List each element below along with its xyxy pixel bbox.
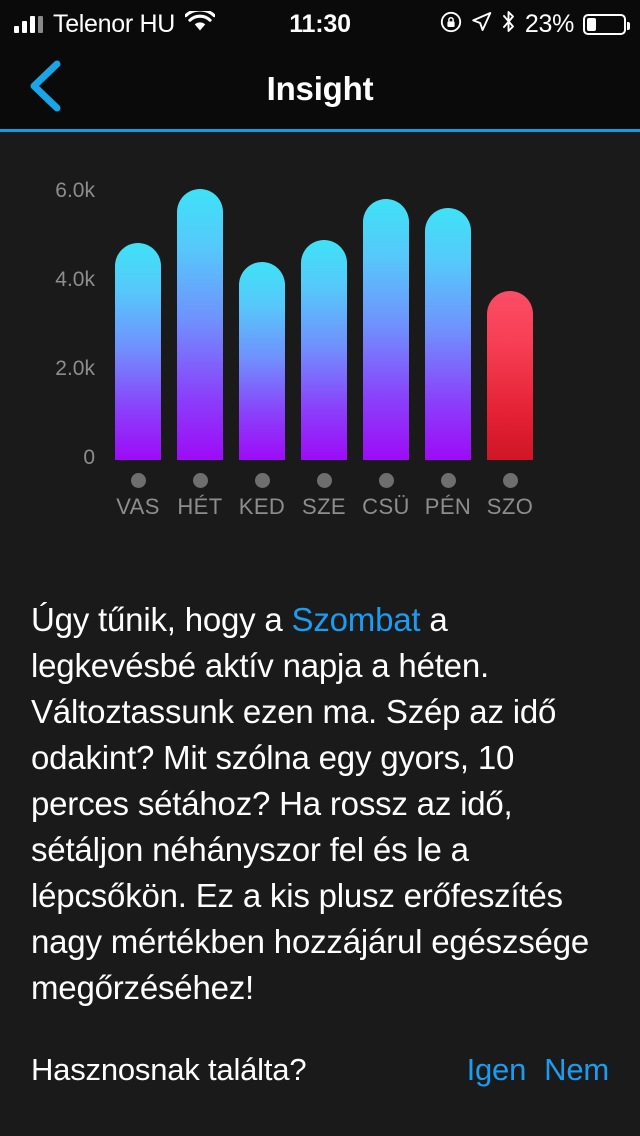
bluetooth-icon [501, 10, 516, 38]
day-dot-indicator [192, 473, 208, 488]
clock-label: 11:30 [289, 9, 351, 38]
day-dot-indicator [254, 473, 270, 488]
chart-bar[interactable] [487, 290, 533, 460]
feedback-actions: Igen Nem [467, 1052, 610, 1088]
chart-bar[interactable] [115, 242, 161, 460]
status-bar-right: 23% [440, 0, 630, 48]
chart-bar[interactable] [363, 198, 409, 460]
location-arrow-icon [471, 11, 492, 37]
day-dot-indicator [316, 473, 332, 488]
chart-bar[interactable] [425, 208, 471, 460]
insight-highlight-day: Szombat [291, 601, 421, 638]
battery-percent-label: 23% [524, 9, 574, 38]
day-dot-indicator [440, 473, 456, 488]
y-axis-tick-label: 4.0k [55, 268, 95, 291]
feedback-question: Hasznosnak találta? [31, 1052, 307, 1087]
page-title: Insight [266, 69, 374, 107]
nav-bar: Insight [0, 48, 640, 129]
chevron-left-icon [27, 60, 63, 117]
y-axis-tick-label: 2.0k [55, 357, 95, 380]
battery-icon [583, 13, 630, 35]
insight-rest: a legkevésbé aktív napja a héten. Változ… [31, 601, 590, 1006]
chart-bar[interactable] [177, 188, 223, 460]
day-dot-indicator [130, 473, 146, 488]
weekly-activity-chart: 6.0k 4.0k 2.0k 0 VAS HÉT KED SZE CSÜ PÉN SZO [0, 132, 640, 552]
feedback-no-button[interactable]: Nem [544, 1052, 609, 1088]
back-button[interactable] [10, 48, 80, 129]
day-dot-indicator [378, 473, 394, 488]
chart-bar[interactable] [239, 261, 285, 460]
x-axis-day-label: SZO [486, 494, 534, 519]
rotation-lock-icon [440, 11, 462, 38]
insight-lead: Úgy tűnik, hogy a [31, 601, 292, 638]
app-screen: Telenor HU 11:30 23% Insight 6.0k 4.0k 2… [0, 0, 640, 1136]
y-axis-tick-label: 6.0k [55, 179, 95, 202]
y-axis-tick-label: 0 [83, 446, 95, 469]
feedback-row: Hasznosnak találta? Igen Nem [31, 1052, 609, 1100]
feedback-yes-button[interactable]: Igen [467, 1052, 527, 1088]
chart-plot-area: 6.0k 4.0k 2.0k 0 VAS HÉT KED SZE CSÜ PÉN SZO [0, 132, 640, 552]
day-dot-indicator [502, 473, 518, 488]
chart-bar[interactable] [301, 240, 347, 460]
status-bar: Telenor HU 11:30 23% [0, 0, 640, 48]
insight-paragraph: Úgy tűnik, hogy a Szombat a legkevésbé a… [31, 597, 611, 1011]
